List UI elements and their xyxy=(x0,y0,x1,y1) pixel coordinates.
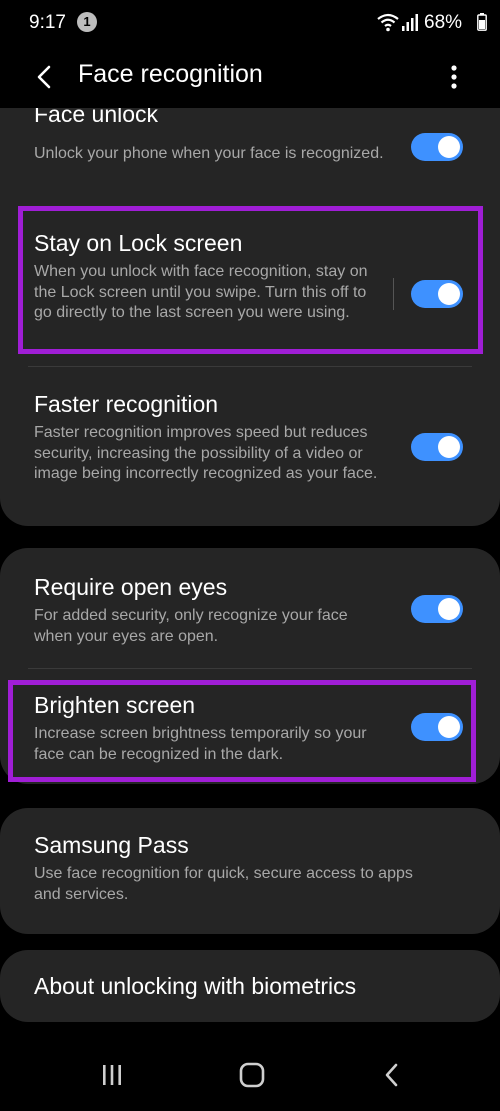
face-unlock-toggle[interactable] xyxy=(411,133,463,161)
divider xyxy=(28,366,472,367)
battery-percent: 68% xyxy=(424,12,463,33)
page-title: Face recognition xyxy=(78,60,263,88)
require-open-eyes-title: Require open eyes xyxy=(34,574,228,600)
toggle-knob xyxy=(438,136,460,158)
recent-apps-icon[interactable] xyxy=(97,1062,127,1088)
back-icon[interactable] xyxy=(377,1062,407,1088)
notification-count-badge: 1 xyxy=(77,12,97,32)
toggle-knob xyxy=(438,598,460,620)
battery-icon xyxy=(477,13,487,31)
faster-recognition-toggle[interactable] xyxy=(411,433,463,461)
back-arrow-icon[interactable] xyxy=(30,62,58,92)
require-open-eyes-toggle[interactable] xyxy=(411,595,463,623)
home-icon[interactable] xyxy=(237,1062,267,1088)
require-open-eyes-row[interactable]: Require open eyes For added security, on… xyxy=(0,548,500,666)
about-biometrics-title: About unlocking with biometrics xyxy=(34,973,357,999)
toggle-knob xyxy=(438,436,460,458)
divider xyxy=(28,668,472,669)
samsung-pass-card[interactable]: Samsung Pass Use face recognition for qu… xyxy=(0,808,500,934)
faster-recognition-description: Faster recognition improves speed but re… xyxy=(34,424,378,482)
faster-recognition-title: Faster recognition xyxy=(34,391,219,417)
more-options-icon[interactable] xyxy=(442,62,466,92)
faster-recognition-row[interactable]: Faster recognition Faster recognition im… xyxy=(0,378,500,526)
face-unlock-description: Unlock your phone when your face is reco… xyxy=(34,145,384,162)
highlight-box-stay-on-lock xyxy=(18,206,483,354)
face-unlock-row[interactable]: Face unlock Unlock your phone when your … xyxy=(0,108,500,198)
samsung-pass-description: Use face recognition for quick, secure a… xyxy=(34,865,413,903)
signal-icon xyxy=(402,14,418,31)
status-bar: 9:17 1 68% xyxy=(0,0,500,46)
require-open-eyes-description: For added security, only recognize your … xyxy=(34,607,348,645)
navigation-bar xyxy=(0,1038,500,1111)
face-unlock-title: Face unlock xyxy=(34,108,159,127)
status-time: 9:17 xyxy=(29,12,66,33)
wifi-icon xyxy=(377,13,399,32)
highlight-box-brighten-screen xyxy=(8,680,476,782)
samsung-pass-title: Samsung Pass xyxy=(34,832,189,858)
about-biometrics-card[interactable]: About unlocking with biometrics xyxy=(0,950,500,1022)
app-bar: Face recognition xyxy=(0,46,500,110)
